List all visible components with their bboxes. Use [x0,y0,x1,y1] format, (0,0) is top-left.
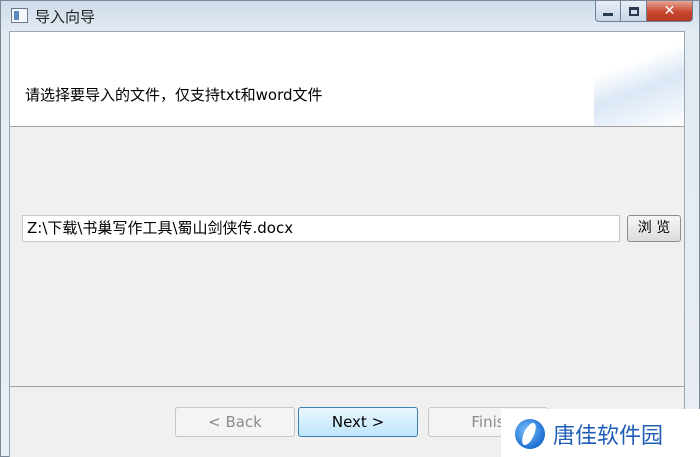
app-icon [11,8,28,23]
back-button[interactable]: < Back [175,407,295,437]
maximize-icon [628,6,639,16]
window-title: 导入向导 [35,8,96,26]
watermark-logo-icon [515,418,545,449]
wizard-client-area: 请选择要导入的文件，仅支持txt和word文件 Z:\下载\书巢写作工具\蜀山剑… [9,31,685,457]
close-icon: ✕ [663,3,676,19]
maximize-button[interactable] [621,1,647,22]
minimize-icon [603,12,613,16]
header-decoration [594,32,684,126]
footer-divider [10,386,684,387]
browse-button[interactable]: 浏 览 [627,215,681,242]
import-wizard-window: 导入向导 ✕ 请选择要导入的文件，仅支持txt和word文件 Z:\下载\书巢写… [0,0,700,457]
close-button[interactable]: ✕ [647,1,693,22]
next-button[interactable]: Next > [298,407,418,437]
header-instruction: 请选择要导入的文件，仅支持txt和word文件 [25,86,323,104]
file-path-input[interactable]: Z:\下载\书巢写作工具\蜀山剑侠传.docx [22,215,620,242]
caption-buttons: ✕ [595,1,693,22]
wizard-header: 请选择要导入的文件，仅支持txt和word文件 [10,32,684,127]
title-bar[interactable]: 导入向导 ✕ [1,1,699,31]
watermark-text: 唐佳软件园 [553,423,664,449]
minimize-button[interactable] [595,1,621,22]
watermark: 唐佳软件园 [501,409,700,457]
